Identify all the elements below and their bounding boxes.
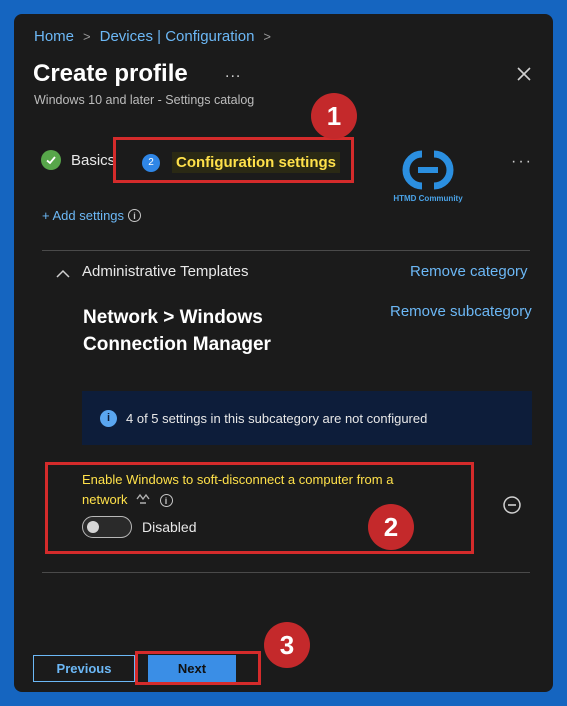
close-icon[interactable]	[514, 64, 534, 84]
highlight-box-configuration-settings	[113, 137, 354, 183]
wizard-step-basics-label: Basics	[71, 151, 116, 169]
subcategory-title: Network > Windows Connection Manager	[83, 307, 271, 355]
wizard-step-basics[interactable]: Basics	[41, 150, 115, 170]
breadcrumb-devices-configuration[interactable]: Devices | Configuration	[100, 28, 255, 45]
remove-subcategory-link[interactable]: Remove subcategory	[390, 303, 532, 320]
section-divider	[42, 572, 530, 573]
add-settings-link[interactable]: + Add settings i	[42, 208, 142, 223]
add-settings-label: + Add settings	[42, 208, 125, 223]
annotation-badge-1: 1	[311, 93, 357, 139]
title-more-button[interactable]: ...	[225, 64, 241, 82]
wizard-more-button[interactable]: ···	[511, 153, 533, 171]
chevron-up-icon[interactable]	[56, 266, 70, 278]
breadcrumb-separator: >	[263, 29, 272, 44]
check-icon	[41, 150, 61, 170]
breadcrumb-home[interactable]: Home	[34, 28, 74, 45]
breadcrumb-separator: >	[83, 29, 91, 44]
info-icon: i	[128, 209, 142, 222]
breadcrumb: Home > Devices | Configuration >	[34, 28, 280, 45]
previous-button[interactable]: Previous	[33, 655, 135, 682]
page-subtitle: Windows 10 and later - Settings catalog	[34, 93, 255, 107]
highlight-box-next	[135, 651, 261, 685]
remove-category-link[interactable]: Remove category	[410, 263, 528, 280]
section-divider	[42, 250, 530, 251]
remove-setting-icon[interactable]	[502, 495, 522, 515]
logo-caption: HTMD Community	[393, 194, 463, 203]
page-title: Create profile	[33, 60, 188, 87]
annotation-badge-3: 3	[264, 622, 310, 668]
create-profile-panel: Home > Devices | Configuration > Create …	[14, 14, 553, 692]
info-banner: i 4 of 5 settings in this subcategory ar…	[82, 391, 532, 445]
category-label[interactable]: Administrative Templates	[82, 263, 248, 280]
info-icon: i	[100, 409, 117, 427]
annotation-badge-2: 2	[368, 504, 414, 550]
info-banner-text: 4 of 5 settings in this subcategory are …	[126, 410, 428, 426]
